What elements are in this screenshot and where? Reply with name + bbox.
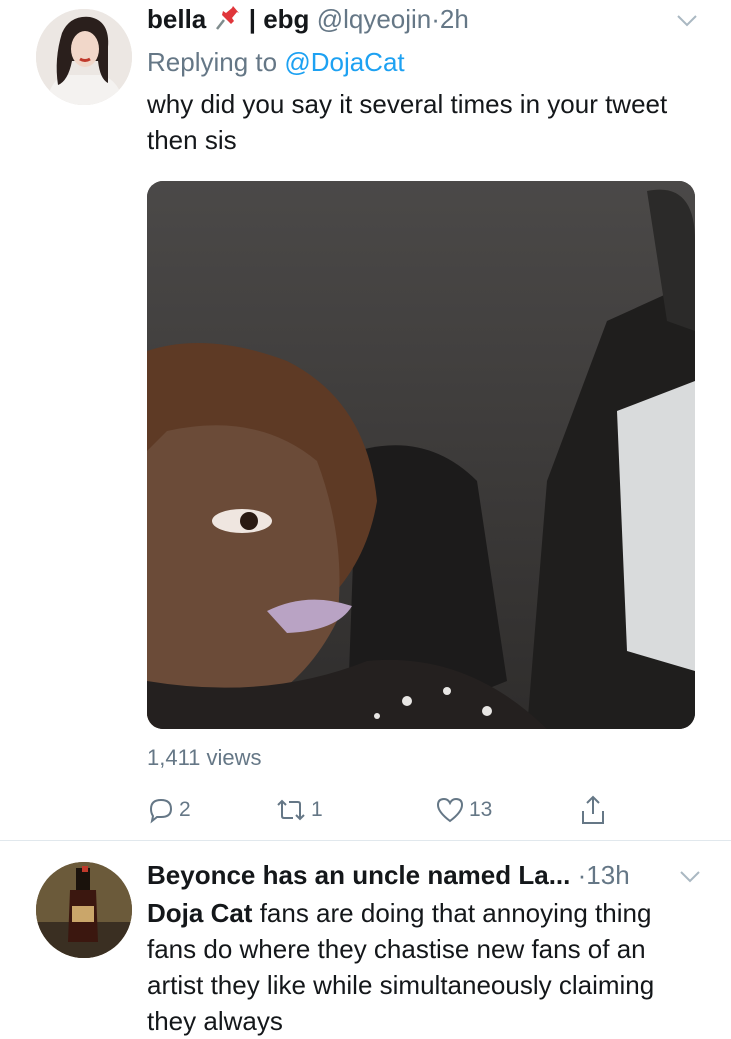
separator-dot: ·: [577, 860, 587, 890]
retweet-icon: [277, 799, 305, 821]
display-name[interactable]: bella: [147, 4, 206, 34]
tweet-header: Beyonce has an uncle named La... ·13h: [147, 859, 630, 891]
heart-icon: [436, 797, 464, 823]
avatar-photo: [36, 9, 132, 105]
tweet-text: why did you say it several times in your…: [147, 89, 668, 155]
mention-bold[interactable]: Doja Cat: [147, 898, 252, 928]
display-name-suffix: | ebg: [248, 4, 310, 34]
video-thumbnail: [147, 181, 695, 729]
avatar-photo: [36, 862, 132, 958]
reply-mention-link[interactable]: @DojaCat: [284, 47, 404, 77]
tweet-divider: [0, 840, 731, 841]
timestamp[interactable]: 13h: [586, 860, 629, 890]
tweet-header: bella | ebg @lqyeojin·2h: [147, 3, 469, 35]
avatar[interactable]: [36, 862, 132, 958]
retweet-button[interactable]: 1: [275, 790, 323, 830]
tweet[interactable]: bella | ebg @lqyeojin·2h Replying to @Do…: [0, 0, 731, 840]
like-button[interactable]: 13: [435, 790, 492, 830]
reply-prefix: Replying to: [147, 47, 278, 77]
pushpin-icon: [213, 4, 248, 34]
tweet[interactable]: Beyonce has an uncle named La... ·13h Do…: [0, 842, 731, 1036]
reply-icon: [149, 798, 173, 824]
display-name[interactable]: Beyonce has an uncle named La...: [147, 860, 570, 890]
view-count: 1,411 views: [147, 745, 262, 770]
retweet-count: 1: [311, 798, 323, 821]
reply-context: Replying to @DojaCat: [147, 46, 405, 78]
like-count: 13: [469, 798, 493, 821]
avatar[interactable]: [36, 9, 132, 105]
timestamp[interactable]: 2h: [440, 4, 469, 34]
chevron-down-icon[interactable]: [679, 870, 701, 884]
user-handle[interactable]: @lqyeojin: [317, 4, 432, 34]
share-button[interactable]: [579, 790, 607, 830]
separator-dot: ·: [431, 4, 440, 34]
chevron-down-icon[interactable]: [676, 14, 698, 28]
reply-button[interactable]: 2: [147, 790, 191, 830]
share-icon: [582, 795, 604, 824]
reply-count: 2: [179, 798, 191, 821]
video-media[interactable]: [147, 181, 695, 729]
tweet-text: Doja Cat fans are doing that annoying th…: [147, 895, 687, 1039]
tweet-actions: 2 1 13: [147, 790, 627, 830]
